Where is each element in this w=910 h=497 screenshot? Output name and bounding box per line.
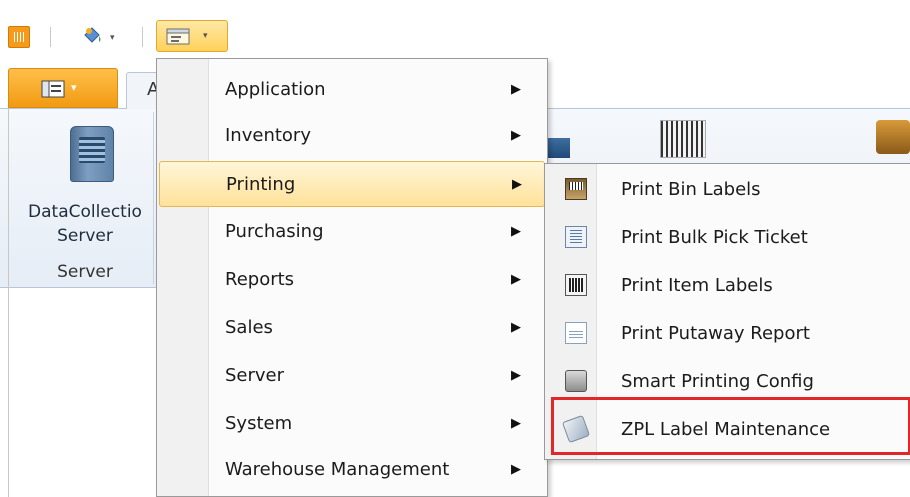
submenu-arrow-icon: ▶ [512,177,522,192]
menu-item-label: Inventory [225,125,311,146]
menu-item-label: System [225,413,293,434]
menu-item-application[interactable]: Application ▶ [159,67,545,113]
server-button-line2: Server [57,226,113,246]
menu-item-label: Sales [225,317,273,338]
submenu-arrow-icon: ▶ [511,462,521,477]
menu-item-label: Printing [226,174,296,195]
menu-item-reports[interactable]: Reports ▶ [159,257,545,303]
barcode-app-icon[interactable] [8,26,30,48]
submenu-item-print-bin-labels[interactable]: Print Bin Labels [547,166,910,214]
partial-ribbon-icon [548,138,570,158]
toolbar-separator [50,27,51,47]
submenu-item-label: Print Item Labels [621,275,773,296]
submenu-arrow-icon: ▶ [511,368,521,383]
submenu-item-print-item-labels[interactable]: Print Item Labels [547,262,910,310]
bin-label-icon [565,178,587,200]
menu-item-printing[interactable]: Printing ▶ [159,161,545,207]
putaway-report-icon [565,322,587,344]
panel-layout-icon [41,80,65,98]
submenu-item-label: Print Bulk Pick Ticket [621,227,808,248]
menu-item-purchasing[interactable]: Purchasing ▶ [159,209,545,255]
menu-item-label: Server [225,365,285,386]
menu-item-sales[interactable]: Sales ▶ [159,305,545,351]
main-dropdown-menu: Application ▶ Inventory ▶ Printing ▶ Pur… [156,58,548,497]
partial-ribbon-icon [876,120,910,154]
chevron-down-icon: ▾ [203,31,208,41]
group-label-server: Server [57,262,113,282]
chevron-down-icon: ▾ [110,33,115,43]
item-label-icon [565,274,587,296]
paint-bucket-icon [84,27,101,43]
annotation-highlight-box [551,397,910,455]
submenu-item-print-bulk-pick-ticket[interactable]: Print Bulk Pick Ticket [547,214,910,262]
menu-item-warehouse-management[interactable]: Warehouse Management ▶ [159,447,545,493]
submenu-arrow-icon: ▶ [511,82,521,97]
ribbon-group-server: DataCollectio Server Server [8,112,154,284]
menu-item-label: Reports [225,269,295,290]
toolbar-separator [142,27,143,47]
pick-ticket-icon [565,226,587,248]
quick-access-toolbar: ▾ ▾ [0,0,910,60]
printer-config-icon [565,370,587,392]
submenu-arrow-icon: ▶ [511,272,521,287]
menu-item-label: Application [225,79,326,100]
server-button-line1: DataCollectio [28,202,142,222]
submenu-arrow-icon: ▶ [511,128,521,143]
file-tab[interactable]: ▾ [8,68,118,108]
submenu-item-label: Print Putaway Report [621,323,810,344]
datacollection-server-button[interactable]: DataCollectio Server [8,200,162,248]
menu-dropdown-button[interactable]: ▾ [156,20,228,52]
menu-item-system[interactable]: System ▶ [159,401,545,447]
server-icon[interactable] [70,126,114,182]
chevron-down-icon: ▾ [71,81,77,94]
paint-dropdown-button[interactable]: ▾ [70,24,126,50]
submenu-item-label: Print Bin Labels [621,179,761,200]
folder-menu-icon [166,28,190,45]
menu-item-server[interactable]: Server ▶ [159,353,545,399]
submenu-arrow-icon: ▶ [511,416,521,431]
barcode-ribbon-icon [660,120,706,158]
submenu-arrow-icon: ▶ [511,224,521,239]
submenu-item-print-putaway-report[interactable]: Print Putaway Report [547,310,910,358]
submenu-item-label: Smart Printing Config [621,371,814,392]
submenu-arrow-icon: ▶ [511,320,521,335]
menu-item-label: Purchasing [225,221,324,242]
menu-item-label: Warehouse Management [225,459,450,480]
menu-item-inventory[interactable]: Inventory ▶ [159,113,545,159]
